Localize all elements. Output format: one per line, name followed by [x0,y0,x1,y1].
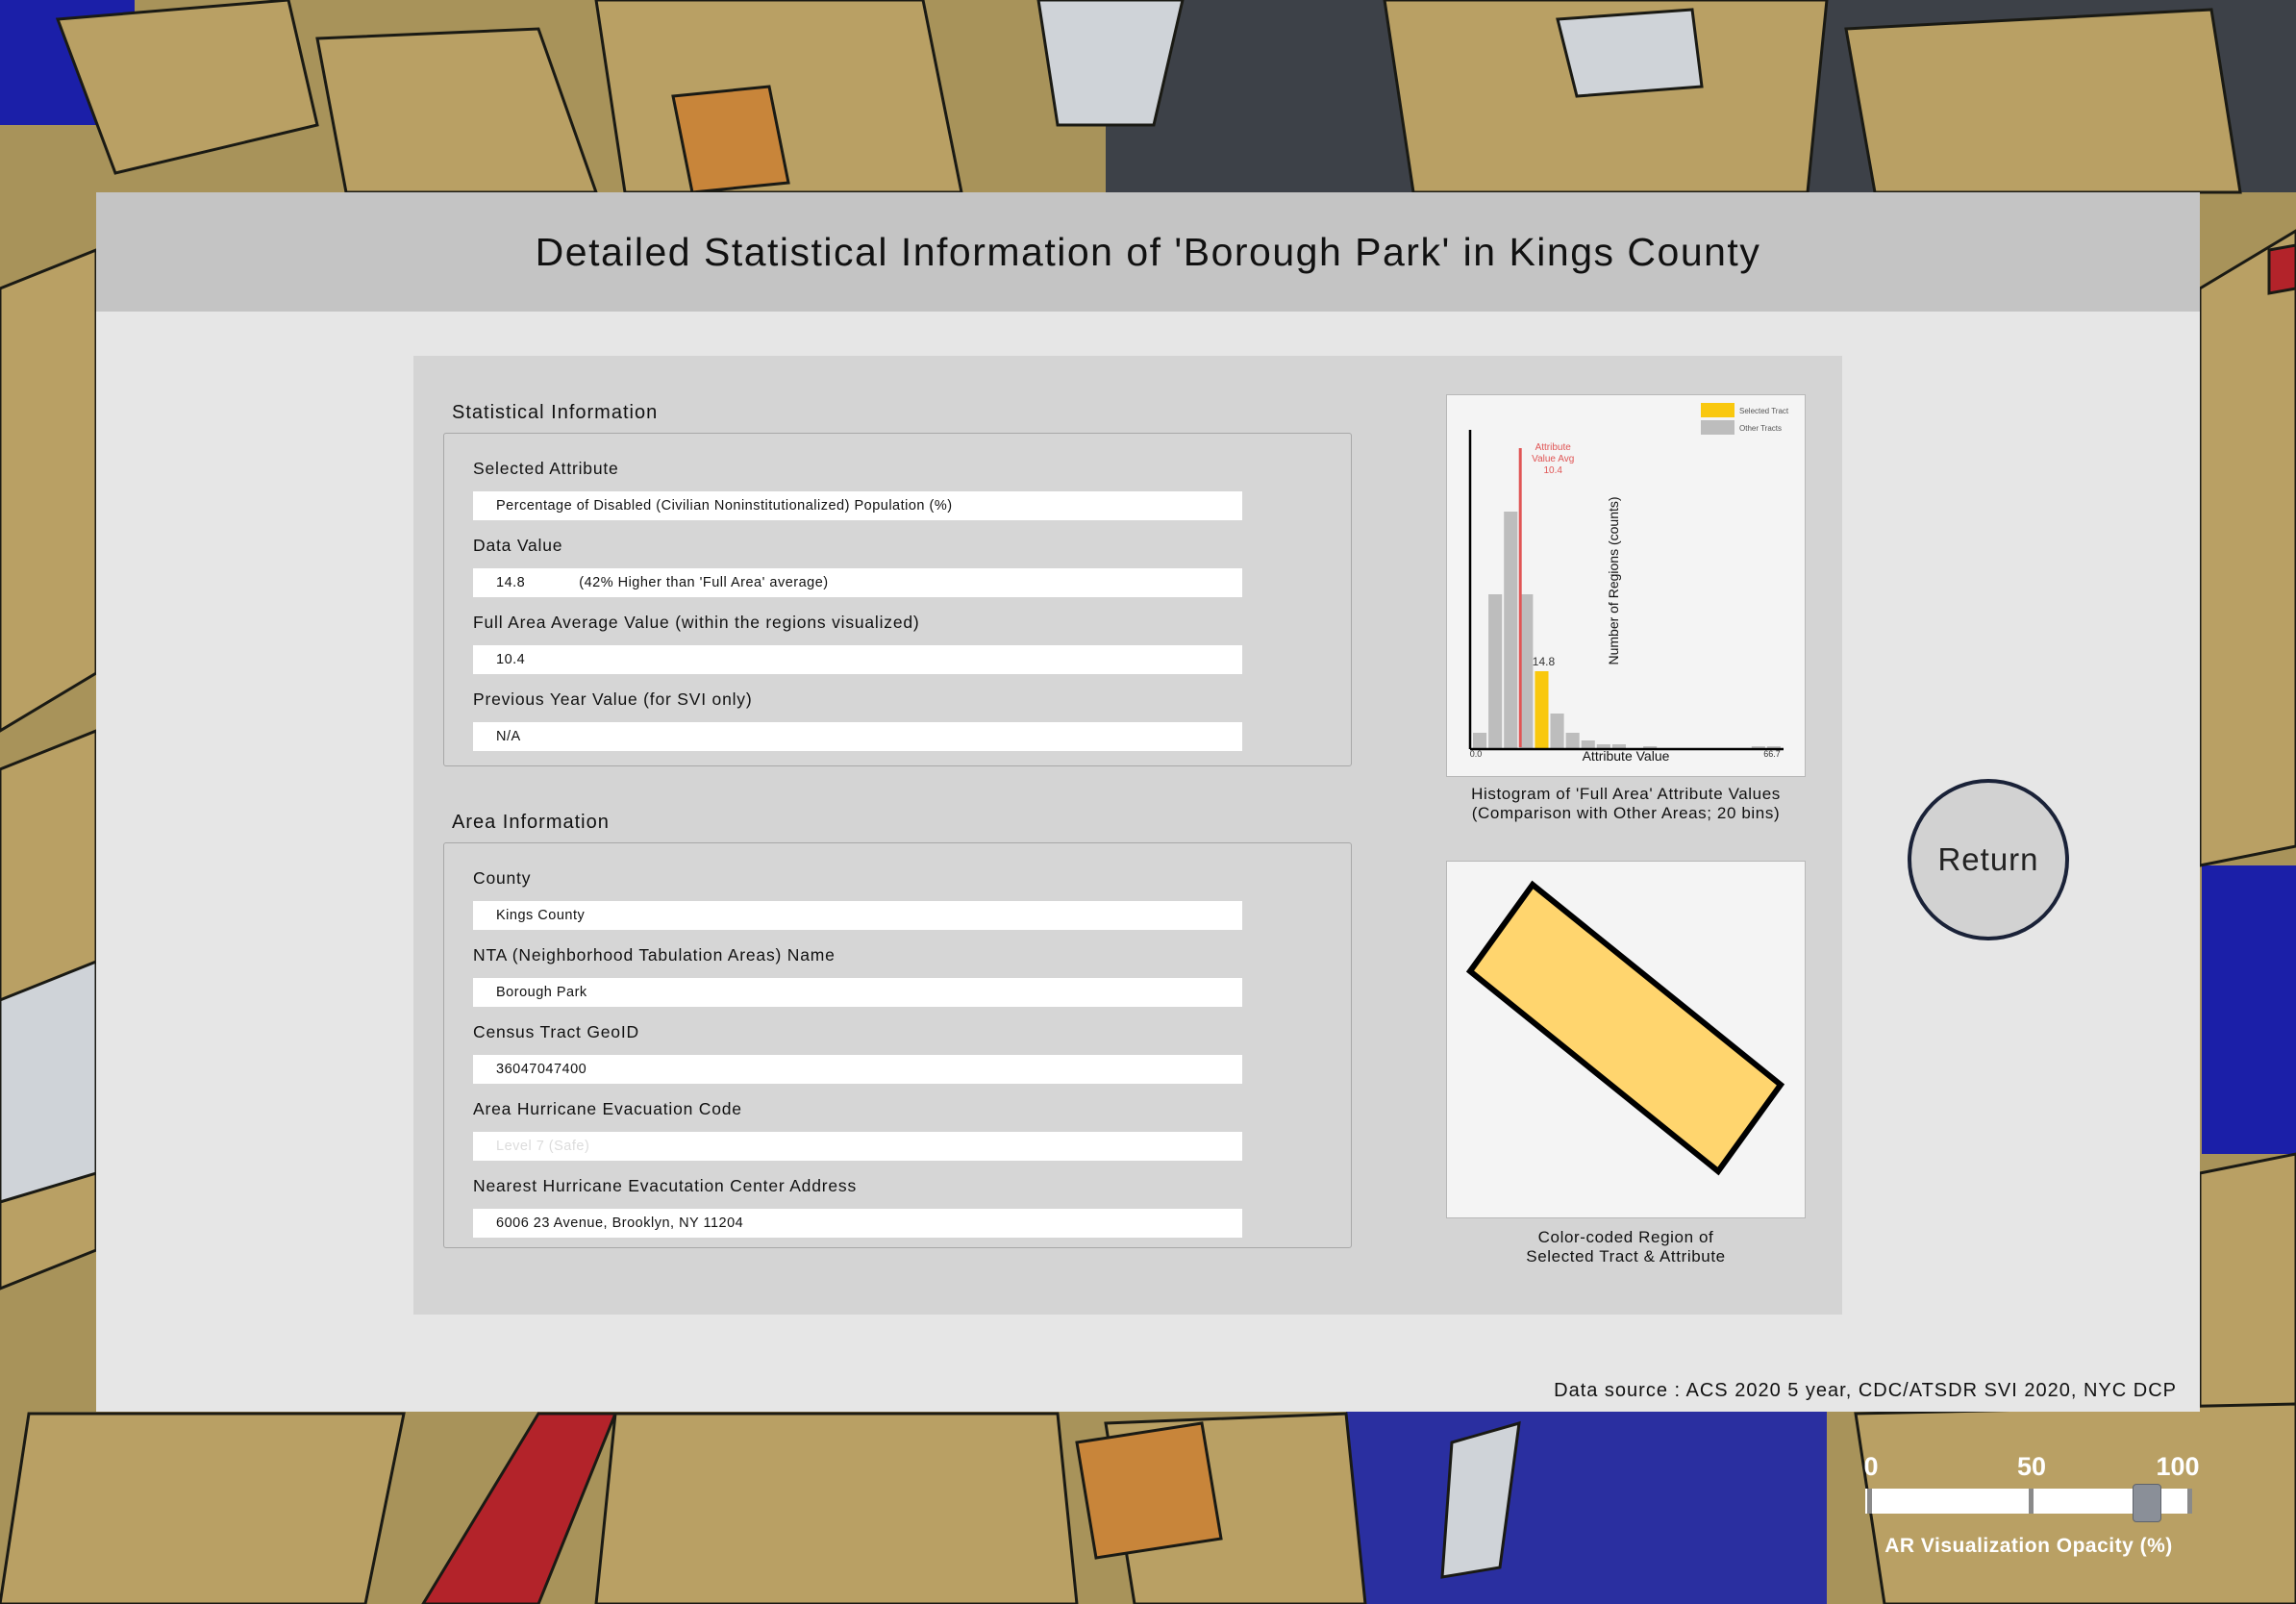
x-tick-min: 0.0 [1470,749,1483,759]
y-axis-label: Number of Regions (counts) [1606,496,1621,664]
panel-header: Detailed Statistical Information of 'Bor… [96,192,2200,312]
region-caption-line1: Color-coded Region of [1537,1228,1714,1246]
slider-tick-0: 0 [1863,1452,1879,1481]
slider-tick-mark [1867,1489,1872,1514]
x-tick-max: 66.7 [1763,749,1781,759]
previous-year-value: N/A [473,722,1242,751]
region-svg [1465,880,1785,1176]
histogram-bar [1581,740,1595,748]
region-shape-view [1446,861,1806,1218]
hurricane-code-label: Area Hurricane Evacuation Code [473,1099,742,1118]
legend-selected-label: Selected Tract [1739,407,1789,415]
tract-region-shape [1465,880,1785,1176]
average-label-line1: Attribute [1535,442,1572,453]
selected-value-label: 14.8 [1533,655,1556,668]
nta-name-label: NTA (Neighborhood Tabulation Areas) Name [473,945,836,965]
histogram-bar [1565,733,1580,748]
county-value: Kings County [473,901,1242,930]
x-axis-label: Attribute Value [1583,748,1670,764]
histogram-caption-line1: Histogram of 'Full Area' Attribute Value… [1471,785,1781,803]
data-source-note: Data source : ACS 2020 5 year, CDC/ATSDR… [1554,1380,2177,1401]
average-label-value: 10.4 [1543,465,1562,476]
histogram-bar [1473,733,1487,748]
statistical-info-heading: Statistical Information [452,402,659,423]
area-info-group: County Kings County NTA (Neighborhood Ta… [443,842,1352,1248]
opacity-slider[interactable]: 0 50 100 AR Visualization Opacity (%) [1856,1452,2202,1567]
slider-caption: AR Visualization Opacity (%) [1884,1535,2173,1557]
return-button[interactable]: Return [1908,779,2069,940]
previous-year-label: Previous Year Value (for SVI only) [473,689,753,709]
evac-center-value: 6006 23 Avenue, Brooklyn, NY 11204 [473,1209,1242,1238]
histogram-bar [1488,594,1503,748]
selected-attribute-value: Percentage of Disabled (Civilian Noninst… [473,491,1242,520]
histogram-svg: Selected Tract Other Tracts Attribute Va… [1468,403,1789,764]
data-value-label: Data Value [473,536,563,555]
legend-other-swatch [1701,420,1734,435]
slider-tick-50: 50 [2016,1452,2047,1481]
legend-selected-swatch [1701,403,1734,417]
histogram-chart: Selected Tract Other Tracts Attribute Va… [1446,394,1806,777]
histogram-bar [1766,746,1781,748]
details-container: Statistical Information Selected Attribu… [413,356,1842,1315]
statistical-info-group: Selected Attribute Percentage of Disable… [443,433,1352,766]
slider-tick-100: 100 [2156,1452,2200,1481]
area-info-heading: Area Information [452,812,610,833]
selected-attribute-label: Selected Attribute [473,459,619,478]
slider-tick-mark [2187,1489,2192,1514]
hurricane-code-value: Level 7 (Safe) [473,1132,1242,1161]
full-area-average-value: 10.4 [473,645,1242,674]
slider-tick-mark [2029,1489,2034,1514]
county-label: County [473,868,532,888]
region-caption-line2: Selected Tract & Attribute [1526,1247,1726,1266]
data-value-field: 14.8 (42% Higher than 'Full Area' average… [473,568,1242,597]
histogram-bar [1504,512,1518,748]
full-area-average-label: Full Area Average Value (within the regi… [473,613,920,632]
census-tract-value: 36047047400 [473,1055,1242,1084]
statistics-panel: Detailed Statistical Information of 'Bor… [96,192,2200,1412]
data-value: 14.8 [496,575,526,590]
page-title: Detailed Statistical Information of 'Bor… [535,229,1761,274]
histogram-bar-selected [1535,671,1549,748]
legend-other-label: Other Tracts [1739,424,1782,433]
slider-thumb[interactable] [2132,1484,2161,1522]
data-value-comparison: (42% Higher than 'Full Area' average) [579,575,829,590]
census-tract-label: Census Tract GeoID [473,1022,639,1041]
histogram-caption: Histogram of 'Full Area' Attribute Value… [1446,785,1806,823]
region-caption: Color-coded Region of Selected Tract & A… [1446,1228,1806,1266]
histogram-bar [1751,746,1765,748]
nta-name-value: Borough Park [473,978,1242,1007]
return-button-label: Return [1937,841,2039,877]
evac-center-label: Nearest Hurricane Evacutation Center Add… [473,1176,857,1195]
histogram-caption-line2: (Comparison with Other Areas; 20 bins) [1471,804,1781,822]
histogram-bar [1550,714,1564,748]
average-label-line2: Value Avg [1532,454,1574,464]
